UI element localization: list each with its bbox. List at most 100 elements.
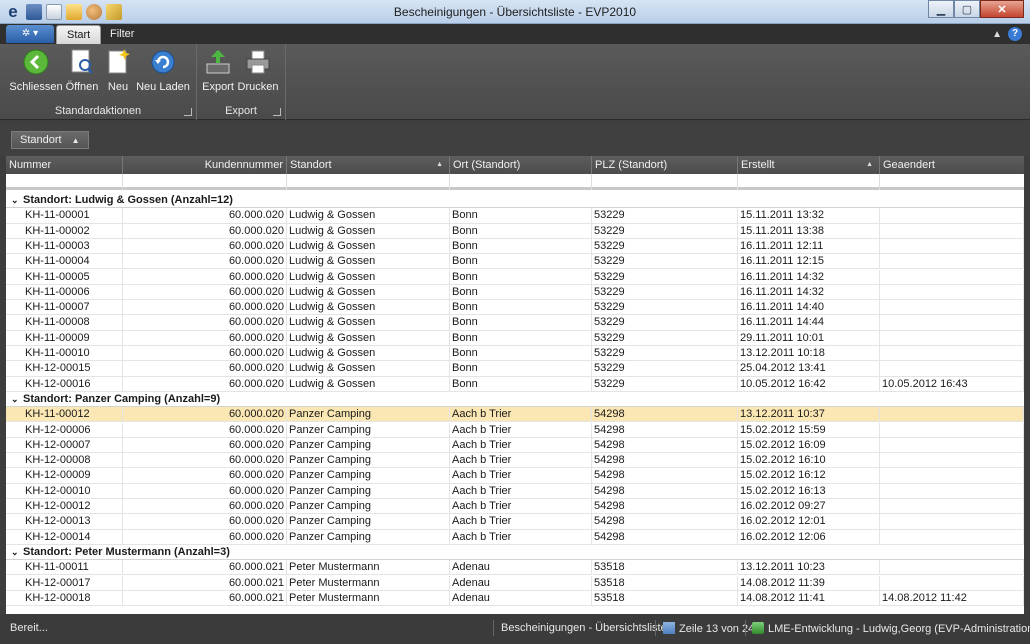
table-row[interactable]: KH-11-00007 60.000.020 Ludwig & Gossen Bonn…	[6, 300, 1024, 316]
cell-geaendert	[880, 330, 1024, 346]
table-row[interactable]: KH-12-00017 60.000.021 Peter Mustermann Ade…	[6, 575, 1024, 591]
cell-kundennummer: 60.000.020	[123, 422, 287, 438]
cell-kundennummer: 60.000.020	[123, 499, 287, 514]
column-header-kundennummer[interactable]: Kundennummer	[123, 156, 287, 174]
cell-erstellt: 16.11.2011 12:11	[738, 238, 880, 254]
column-header-ort[interactable]: Ort (Standort)	[450, 156, 592, 174]
table-row[interactable]: KH-12-00007 60.000.020 Panzer Camping Aach …	[6, 437, 1024, 454]
cell-plz: 54298	[592, 514, 738, 530]
cell-erstellt: 16.11.2011 12:15	[738, 254, 880, 270]
tab-filter[interactable]: Filter	[100, 25, 144, 44]
filter-standort[interactable]	[287, 174, 450, 190]
dialog-launcher-icon[interactable]	[273, 108, 281, 116]
cell-geaendert: 10.05.2012 16:43	[880, 376, 1024, 392]
table-row[interactable]: KH-12-00014 60.000.020 Panzer Camping Aach …	[6, 529, 1024, 545]
cell-plz: 54298	[592, 529, 738, 545]
cell-kundennummer: 60.000.020	[123, 483, 287, 499]
cell-kundennummer: 60.000.020	[123, 376, 287, 392]
export-icon	[204, 48, 232, 76]
status-bar: Bereit... Bescheinigungen - Übersichtsli…	[0, 614, 1030, 644]
help-icon[interactable]: ?	[1008, 27, 1022, 41]
cell-nummer: KH-11-00002	[23, 223, 123, 239]
cell-erstellt: 16.11.2011 14:32	[738, 269, 880, 285]
filter-ort[interactable]	[450, 174, 592, 190]
table-row[interactable]: KH-11-00011 60.000.021 Peter Mustermann Ade…	[6, 560, 1024, 576]
ribbon-collapse-icon[interactable]: ▲	[992, 29, 1002, 40]
cell-geaendert	[880, 361, 1024, 377]
filter-nummer[interactable]	[6, 174, 123, 190]
filter-kundennummer[interactable]	[123, 174, 287, 190]
close-button[interactable]: ✕	[980, 0, 1024, 18]
status-view-name: Bescheinigungen - Übersichtsliste	[501, 622, 667, 634]
application-menu-button[interactable]: ✲ ▾	[6, 25, 54, 43]
filter-plz[interactable]	[592, 174, 738, 190]
maximize-button[interactable]: ▢	[954, 0, 980, 18]
table-row[interactable]: KH-11-00001 60.000.020 Ludwig & Gossen Bonn…	[6, 208, 1024, 224]
column-header-erstellt[interactable]: Erstellt ▲	[738, 156, 880, 174]
group-row[interactable]: ⌄ Standort: Peter Mustermann (Anzahl=3)	[6, 545, 1024, 560]
table-row[interactable]: KH-11-00003 60.000.020 Ludwig & Gossen Bonn…	[6, 238, 1024, 255]
table-row[interactable]: KH-12-00012 60.000.020 Panzer Camping Aach …	[6, 499, 1024, 515]
cell-ort: Aach b Trier	[450, 453, 592, 469]
cell-geaendert	[880, 560, 1024, 576]
table-row[interactable]: KH-11-00005 60.000.020 Ludwig & Gossen Bonn…	[6, 269, 1024, 285]
table-row[interactable]: KH-11-00008 60.000.020 Ludwig & Gossen Bonn…	[6, 315, 1024, 331]
open-button[interactable]: Öffnen	[64, 48, 100, 93]
column-header-standort[interactable]: Standort ▲	[287, 156, 450, 174]
column-header-geaendert[interactable]: Geaendert	[880, 156, 1024, 174]
cell-erstellt: 29.11.2011 10:01	[738, 330, 880, 346]
cell-erstellt: 16.02.2012 12:06	[738, 529, 880, 545]
export-button[interactable]: Export	[202, 48, 234, 93]
cell-erstellt: 13.12.2011 10:37	[738, 407, 880, 423]
cell-erstellt: 10.05.2012 16:42	[738, 376, 880, 392]
close-view-button[interactable]: Schliessen	[9, 48, 63, 93]
group-row[interactable]: ⌄ Standort: Panzer Camping (Anzahl=9)	[6, 392, 1024, 407]
column-header-plz[interactable]: PLZ (Standort)	[592, 156, 738, 174]
expand-collapse-icon[interactable]: ⌄	[11, 545, 23, 560]
group-export: Export Drucken Export	[197, 44, 286, 120]
cell-geaendert	[880, 315, 1024, 331]
cell-geaendert	[880, 483, 1024, 499]
cell-erstellt: 14.08.2012 11:41	[738, 590, 880, 606]
cell-nummer: KH-11-00007	[23, 300, 123, 316]
table-row[interactable]: KH-12-00016 60.000.020 Ludwig & Gossen Bonn…	[6, 376, 1024, 392]
table-row[interactable]: KH-11-00012 60.000.020 Panzer Camping Aach …	[6, 407, 1024, 423]
group-row[interactable]: ⌄ Standort: Ludwig & Gossen (Anzahl=12)	[6, 193, 1024, 208]
cell-geaendert	[880, 514, 1024, 530]
cell-standort: Ludwig & Gossen	[287, 238, 450, 254]
cell-ort: Adenau	[450, 590, 592, 606]
cell-standort: Ludwig & Gossen	[287, 330, 450, 346]
reload-button[interactable]: Neu Laden	[136, 48, 190, 93]
expand-collapse-icon[interactable]: ⌄	[11, 193, 23, 208]
tab-start[interactable]: Start	[56, 25, 102, 44]
minimize-button[interactable]: ▁	[928, 0, 954, 18]
cell-plz: 53229	[592, 223, 738, 239]
column-header-nummer[interactable]: Nummer	[6, 156, 123, 174]
group-by-standort-chip[interactable]: Standort ▲	[11, 131, 89, 149]
table-row[interactable]: KH-11-00002 60.000.020 Ludwig & Gossen Bonn…	[6, 223, 1024, 239]
cell-kundennummer: 60.000.021	[123, 560, 287, 576]
table-row[interactable]: KH-12-00010 60.000.020 Panzer Camping Aach …	[6, 483, 1024, 499]
table-row[interactable]: KH-11-00006 60.000.020 Ludwig & Gossen Bonn…	[6, 284, 1024, 301]
cell-standort: Ludwig & Gossen	[287, 346, 450, 361]
table-row[interactable]: KH-12-00009 60.000.020 Panzer Camping Aach …	[6, 468, 1024, 484]
filter-geaendert[interactable]	[880, 174, 1024, 190]
table-row[interactable]: KH-12-00008 60.000.020 Panzer Camping Aach …	[6, 453, 1024, 469]
table-row[interactable]: KH-12-00006 60.000.020 Panzer Camping Aach …	[6, 422, 1024, 438]
table-row[interactable]: KH-11-00004 60.000.020 Ludwig & Gossen Bonn…	[6, 254, 1024, 270]
group-row-label: Standort: Peter Mustermann (Anzahl=3)	[23, 545, 230, 558]
expand-collapse-icon[interactable]: ⌄	[11, 392, 23, 407]
print-button[interactable]: Drucken	[238, 48, 278, 93]
cell-plz: 53229	[592, 300, 738, 316]
table-row[interactable]: KH-12-00018 60.000.021 Peter Mustermann Ade…	[6, 590, 1024, 607]
cell-nummer: KH-12-00013	[23, 514, 123, 530]
table-row[interactable]: KH-11-00009 60.000.020 Ludwig & Gossen Bonn…	[6, 330, 1024, 346]
table-row[interactable]: KH-12-00015 60.000.020 Ludwig & Gossen Bonn…	[6, 361, 1024, 377]
cell-erstellt: 15.11.2011 13:38	[738, 223, 880, 239]
filter-erstellt[interactable]	[738, 174, 880, 190]
dialog-launcher-icon[interactable]	[184, 108, 192, 116]
new-button[interactable]: Neu	[104, 48, 132, 93]
table-row[interactable]: KH-12-00013 60.000.020 Panzer Camping Aach …	[6, 514, 1024, 530]
table-row[interactable]: KH-11-00010 60.000.020 Ludwig & Gossen Bonn…	[6, 346, 1024, 362]
cell-erstellt: 16.11.2011 14:32	[738, 284, 880, 300]
